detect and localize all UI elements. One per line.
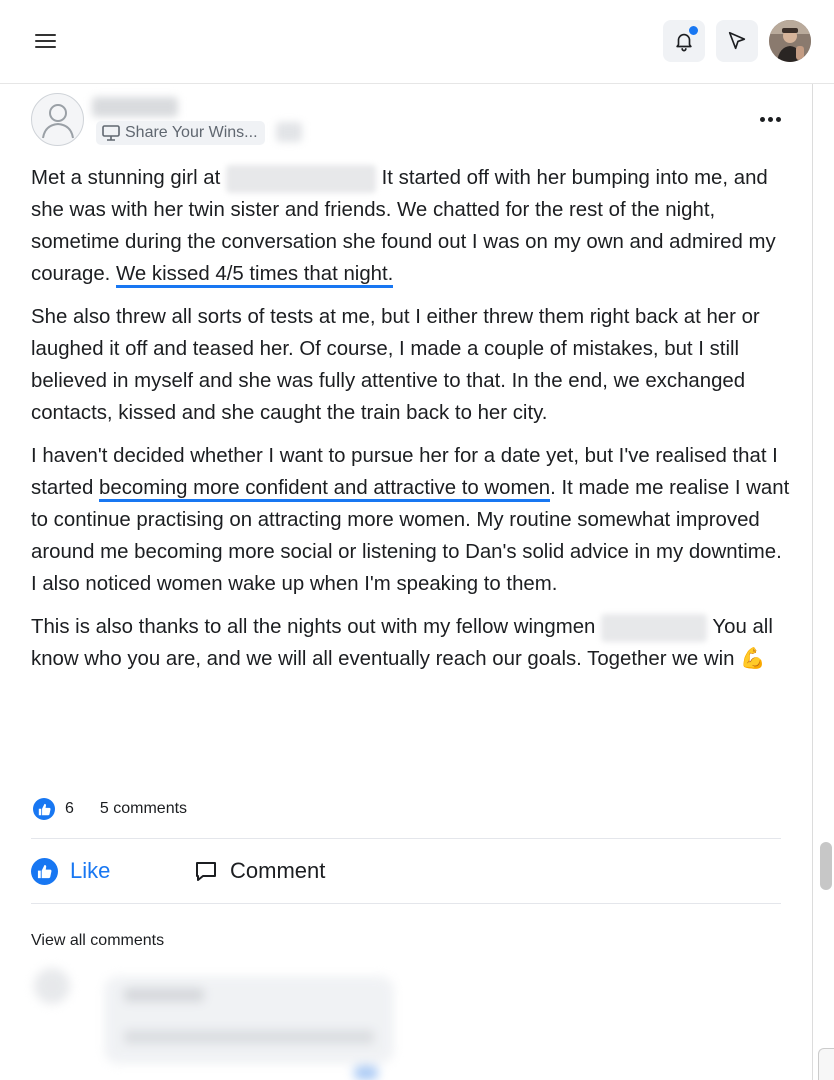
like-button[interactable]: Like — [31, 855, 110, 887]
location-redacted — [225, 164, 376, 193]
highlight-kissed: We kissed 4/5 times that night. — [116, 263, 394, 288]
divider — [31, 903, 781, 904]
comment-count-link[interactable]: 5 comments — [100, 800, 187, 818]
group-label: Share Your Wins... — [125, 124, 258, 141]
send-arrow-icon — [728, 31, 746, 50]
group-chip[interactable]: Share Your Wins... — [96, 121, 265, 145]
post-time-redacted — [276, 122, 302, 142]
wingmen-names-redacted — [601, 613, 708, 642]
comment-label: Comment — [230, 858, 326, 883]
top-bar — [0, 0, 834, 84]
more-options-button[interactable] — [757, 108, 783, 130]
comment-button[interactable]: Comment — [194, 855, 325, 887]
speech-bubble-icon — [196, 862, 216, 881]
thumbs-up-icon — [31, 857, 58, 885]
paragraph-4: This is also thanks to all the nights ou… — [31, 611, 791, 675]
divider — [31, 838, 781, 839]
author-name-redacted[interactable] — [92, 97, 178, 117]
ellipsis-icon — [759, 116, 765, 122]
paragraph-1: Met a stunning girl at It started off wi… — [31, 162, 791, 290]
view-all-comments-link[interactable]: View all comments — [31, 932, 164, 950]
reactions-summary: 6 5 comments — [33, 797, 187, 821]
paragraph-3: I haven't decided whether I want to purs… — [31, 445, 790, 595]
notification-dot — [688, 25, 699, 36]
messages-button[interactable] — [716, 20, 758, 62]
highlight-confident: becoming more confident and attractive t… — [99, 477, 551, 502]
thumbs-up-icon — [33, 798, 55, 820]
author-avatar[interactable] — [31, 93, 84, 146]
default-user-icon — [41, 103, 74, 138]
scrollbar-thumb[interactable] — [820, 842, 832, 890]
like-count[interactable]: 6 — [65, 800, 74, 818]
paragraph-2: She also threw all sorts of tests at me,… — [31, 306, 760, 424]
flexed-biceps-icon: 💪 — [740, 648, 766, 670]
post-body: Met a stunning girl at It started off wi… — [31, 162, 791, 686]
scroll-track-divider — [812, 84, 813, 1080]
scroll-corner — [818, 1048, 834, 1080]
hamburger-menu-icon[interactable] — [34, 30, 58, 52]
like-label: Like — [70, 858, 111, 883]
comment-preview-redacted — [24, 958, 404, 1080]
notifications-button[interactable] — [663, 20, 705, 62]
profile-avatar[interactable] — [769, 20, 811, 62]
monitor-icon — [102, 125, 120, 141]
